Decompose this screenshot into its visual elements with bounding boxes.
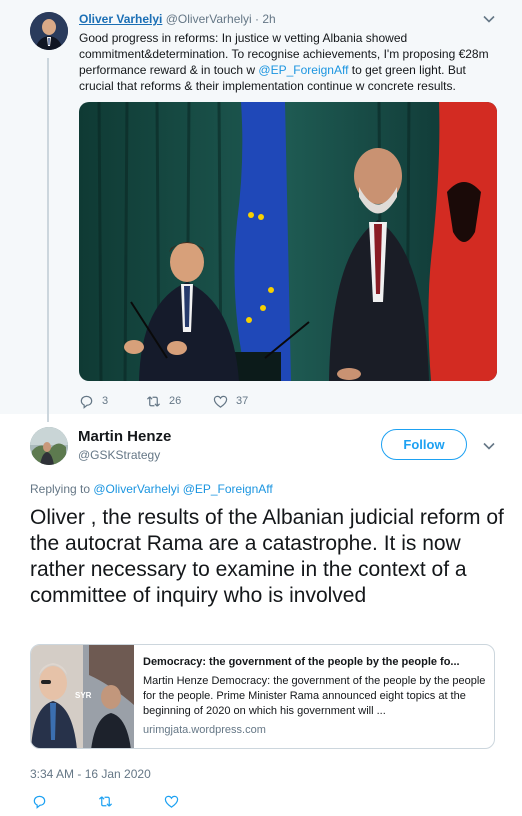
follow-button[interactable]: Follow: [381, 429, 467, 460]
chevron-down-icon[interactable]: [482, 439, 496, 453]
reply-icon[interactable]: [79, 394, 94, 409]
thread-connector-line: [47, 58, 49, 422]
link-card-body: Democracy: the government of the people …: [143, 655, 488, 736]
tweet-text: Oliver , the results of the Albanian jud…: [30, 506, 504, 607]
author-name[interactable]: Martin Henze: [78, 428, 171, 445]
tweet-actions: 3 26 37: [79, 392, 479, 410]
replying-label: Replying to: [30, 482, 94, 496]
link-card-thumbnail: SYR: [31, 645, 134, 748]
parent-tweet[interactable]: Oliver Varhelyi @OliverVarhelyi · 2h Goo…: [0, 0, 522, 422]
tweet-actions: [30, 794, 230, 812]
avatar[interactable]: [30, 427, 68, 465]
tweet-text: Good progress in reforms: In justice w v…: [79, 30, 499, 94]
tweet-header: Oliver Varhelyi @OliverVarhelyi · 2h: [79, 12, 276, 26]
reply-icon[interactable]: [32, 794, 47, 809]
tweet-photo[interactable]: [79, 102, 497, 381]
author-handle[interactable]: @GSKStrategy: [78, 448, 160, 462]
replying-mentions[interactable]: @OliverVarhelyi @EP_ForeignAff: [93, 482, 272, 496]
like-icon[interactable]: [213, 394, 228, 409]
avatar[interactable]: [30, 12, 68, 50]
retweet-icon[interactable]: [98, 794, 113, 809]
reply-action[interactable]: 3: [79, 392, 108, 410]
link-card[interactable]: SYR Democracy: the government of the peo…: [30, 644, 495, 749]
retweet-action[interactable]: 26: [146, 392, 181, 410]
link-card-title[interactable]: Democracy: the government of the people …: [143, 655, 488, 670]
like-count: 37: [236, 395, 249, 407]
reply-count: 3: [102, 395, 109, 407]
retweet-icon[interactable]: [146, 394, 161, 409]
chevron-down-icon[interactable]: [482, 12, 496, 26]
thumbnail-caption: SYR: [75, 691, 92, 700]
like-icon[interactable]: [164, 794, 179, 809]
replying-to: Replying to @OliverVarhelyi @EP_ForeignA…: [30, 482, 273, 496]
mention-link[interactable]: @EP_ForeignAff: [258, 63, 348, 77]
link-card-domain: urimgjata.wordpress.com: [143, 724, 266, 736]
author-handle-time[interactable]: @OliverVarhelyi · 2h: [166, 12, 276, 26]
tweet-timestamp[interactable]: 3:34 AM - 16 Jan 2020: [30, 767, 151, 781]
retweet-count: 26: [169, 395, 182, 407]
author-name[interactable]: Oliver Varhelyi: [79, 12, 162, 26]
link-card-description: Martin Henze Democracy: the government o…: [143, 675, 486, 717]
like-action[interactable]: 37: [213, 392, 248, 410]
